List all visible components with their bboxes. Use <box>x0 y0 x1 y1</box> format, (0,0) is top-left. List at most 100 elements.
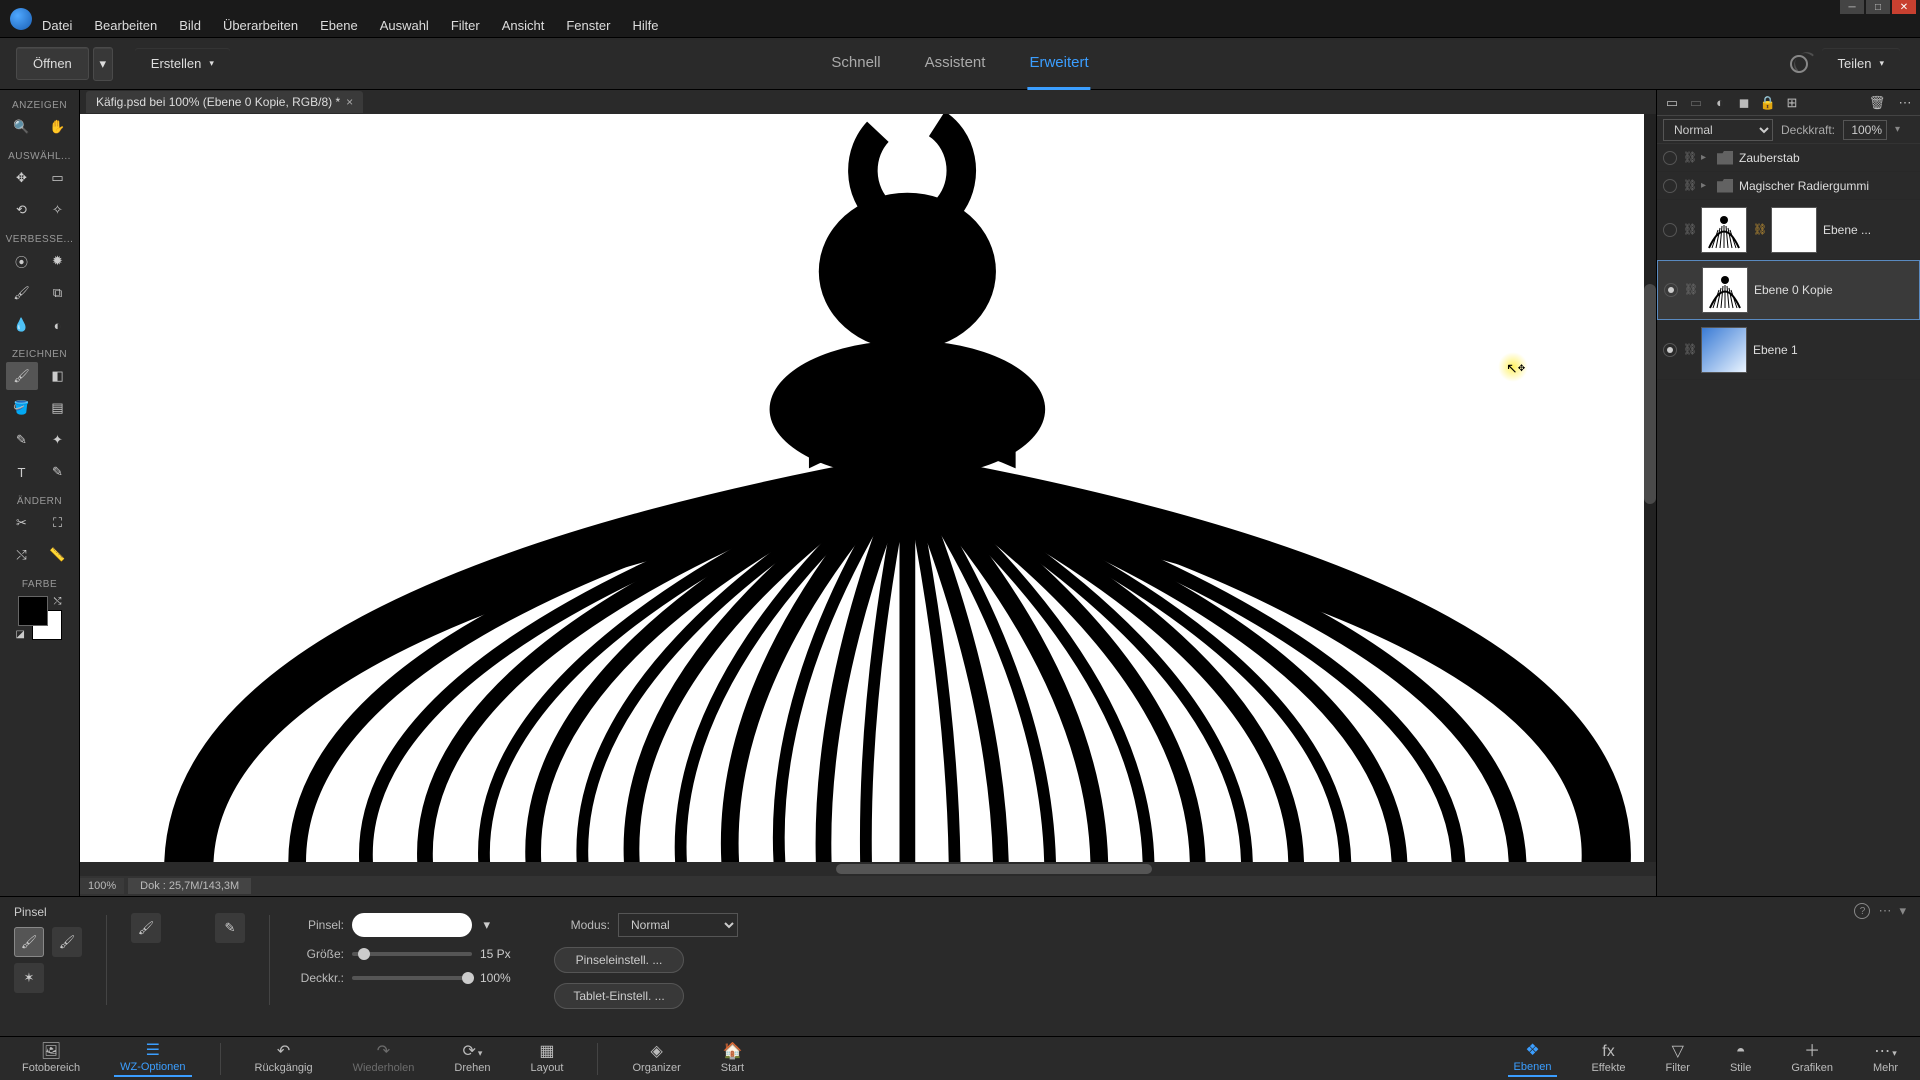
link-icon[interactable]: ⛓ <box>1683 223 1695 237</box>
menu-file[interactable]: Datei <box>32 14 82 37</box>
document-tab[interactable]: Käfig.psd bei 100% (Ebene 0 Kopie, RGB/8… <box>86 91 363 113</box>
straighten-tool[interactable]: 📏 <box>42 541 74 569</box>
brush-settings-button[interactable]: Pinseleinstell. ... <box>554 947 684 973</box>
close-button[interactable]: ✕ <box>1892 0 1916 14</box>
mask-thumbnail[interactable] <box>1771 207 1817 253</box>
pencil-tool[interactable]: ✎ <box>42 458 74 486</box>
horizontal-scrollbar-track[interactable] <box>80 862 1656 876</box>
opacity-value[interactable]: 100% <box>480 971 530 985</box>
impressionist-brush[interactable]: 🖌 <box>131 913 161 943</box>
vertical-scrollbar-thumb[interactable] <box>1644 284 1656 504</box>
visibility-toggle[interactable] <box>1663 223 1677 237</box>
layer-thumbnail[interactable] <box>1701 327 1747 373</box>
shape-tool[interactable]: ✦ <box>42 426 74 454</box>
color-swatch[interactable]: ⤭ ◪ <box>18 596 62 640</box>
undo-button[interactable]: ↶Rückgängig <box>249 1042 319 1076</box>
menu-help[interactable]: Hilfe <box>622 14 668 37</box>
menu-window[interactable]: Fenster <box>556 14 620 37</box>
layers-tab-button[interactable]: ❖Ebenen <box>1508 1041 1558 1077</box>
sponge-tool[interactable]: ◐ <box>42 311 74 339</box>
mode-expert[interactable]: Erweitert <box>1027 38 1090 90</box>
layer-ebene-masked[interactable]: ⛓ ⛓ Ebene ... <box>1657 200 1920 260</box>
zoom-tool[interactable]: 🔍 <box>6 113 38 141</box>
adjustment-layer-icon[interactable]: ◐ <box>1711 94 1729 112</box>
organizer-button[interactable]: ◈Organizer <box>626 1042 686 1076</box>
menu-filter[interactable]: Filter <box>441 14 490 37</box>
link-icon[interactable]: ⛓ <box>1684 283 1696 297</box>
default-colors-icon[interactable]: ◪ <box>16 629 25 640</box>
opacity-slider[interactable] <box>352 976 472 980</box>
home-button[interactable]: 🏠Start <box>715 1042 750 1076</box>
expand-icon[interactable]: ▸ <box>1701 180 1711 191</box>
chain-link-icon[interactable]: ⛓ <box>1753 223 1765 236</box>
vertical-scrollbar-track[interactable] <box>1644 114 1656 862</box>
crop-tool[interactable]: ✂ <box>6 509 38 537</box>
link-icon[interactable]: ⛓ <box>1683 151 1695 165</box>
mode-assist[interactable]: Assistent <box>923 38 988 90</box>
fx-menu-icon[interactable]: ⊞ <box>1783 94 1801 112</box>
visibility-toggle[interactable] <box>1664 283 1678 297</box>
redeye-tool[interactable]: ⦿ <box>6 247 38 275</box>
horizontal-scrollbar-thumb[interactable] <box>836 864 1151 874</box>
redo-button[interactable]: ↷Wiederholen <box>347 1042 421 1076</box>
cloud-sync-icon[interactable] <box>1790 55 1808 73</box>
maximize-button[interactable]: □ <box>1866 0 1890 14</box>
brush-preset-picker[interactable] <box>352 913 472 937</box>
layer-group-radiergummi[interactable]: ⛓ ▸ Magischer Radiergummi <box>1657 172 1920 200</box>
menu-view[interactable]: Ansicht <box>492 14 555 37</box>
brush-variant-2[interactable]: 🖌 <box>52 927 82 957</box>
expand-icon[interactable]: ▸ <box>1701 152 1711 163</box>
blend-mode-select[interactable]: Normal <box>1663 119 1773 141</box>
eraser-tool[interactable]: ◧ <box>42 362 74 390</box>
share-button[interactable]: Teilen▾ <box>1822 48 1901 79</box>
more-tab-button[interactable]: ⋯▾Mehr <box>1867 1042 1904 1076</box>
marquee-tool[interactable]: ▭ <box>42 164 74 192</box>
trash-icon[interactable]: 🗑 <box>1868 94 1886 112</box>
lasso-tool[interactable]: ⟲ <box>6 196 38 224</box>
new-layer-icon[interactable]: ▭ <box>1663 94 1681 112</box>
menu-select[interactable]: Auswahl <box>370 14 439 37</box>
link-icon[interactable]: ⛓ <box>1683 343 1695 357</box>
layer-ebene-0-kopie[interactable]: ⛓ Ebene 0 Kopie <box>1657 260 1920 320</box>
new-group-icon[interactable]: ▭ <box>1687 94 1705 112</box>
effects-tab-button[interactable]: fxEffekte <box>1585 1042 1631 1076</box>
foreground-color[interactable] <box>18 596 48 626</box>
layer-thumbnail[interactable] <box>1702 267 1748 313</box>
color-replace-brush[interactable]: ✎ <box>215 913 245 943</box>
recompose-tool[interactable]: ⛶ <box>42 509 74 537</box>
visibility-toggle[interactable] <box>1663 179 1677 193</box>
help-icon[interactable]: ? <box>1854 903 1870 919</box>
type-tool[interactable]: T <box>6 458 38 486</box>
zoom-level[interactable]: 100% <box>80 878 124 894</box>
filters-tab-button[interactable]: ▽Filter <box>1660 1042 1696 1076</box>
tablet-settings-button[interactable]: Tablet-Einstell. ... <box>554 983 684 1009</box>
panel-menu-icon[interactable]: ⋯ <box>1878 903 1891 919</box>
collapse-panel-icon[interactable]: ▾ <box>1899 903 1906 919</box>
move-tool[interactable]: ✥ <box>6 164 38 192</box>
brush-variant-1[interactable]: 🖌 <box>14 927 44 957</box>
size-value[interactable]: 15 Px <box>480 947 530 961</box>
brush-variant-3[interactable]: ✶ <box>14 963 44 993</box>
spot-heal-tool[interactable]: ✹ <box>42 247 74 275</box>
bucket-tool[interactable]: 🪣 <box>6 394 38 422</box>
layer-thumbnail[interactable] <box>1701 207 1747 253</box>
graphics-tab-button[interactable]: ＋Grafiken <box>1785 1042 1839 1076</box>
gradient-tool[interactable]: ▤ <box>42 394 74 422</box>
doc-size[interactable]: Dok : 25,7M/143,3M <box>128 878 251 894</box>
tab-close-icon[interactable]: × <box>346 95 353 109</box>
open-button[interactable]: Öffnen <box>16 47 89 80</box>
blend-mode-combo[interactable]: Normal <box>618 913 738 937</box>
eyedropper-tool[interactable]: ✎ <box>6 426 38 454</box>
tool-options-button[interactable]: ☰WZ-Optionen <box>114 1041 191 1077</box>
photo-bin-button[interactable]: 🖼Fotobereich <box>16 1042 86 1076</box>
menu-edit[interactable]: Bearbeiten <box>84 14 167 37</box>
menu-enhance[interactable]: Überarbeiten <box>213 14 308 37</box>
open-dropdown[interactable]: ▾ <box>93 47 113 81</box>
layer-group-zauberstab[interactable]: ⛓ ▸ Zauberstab <box>1657 144 1920 172</box>
clone-tool[interactable]: ⧉ <box>42 279 74 307</box>
swap-colors-icon[interactable]: ⤭ <box>54 596 62 607</box>
styles-tab-button[interactable]: ◓Stile <box>1724 1042 1757 1076</box>
menu-layer[interactable]: Ebene <box>310 14 368 37</box>
mask-icon[interactable]: ◼ <box>1735 94 1753 112</box>
mode-quick[interactable]: Schnell <box>829 38 882 90</box>
